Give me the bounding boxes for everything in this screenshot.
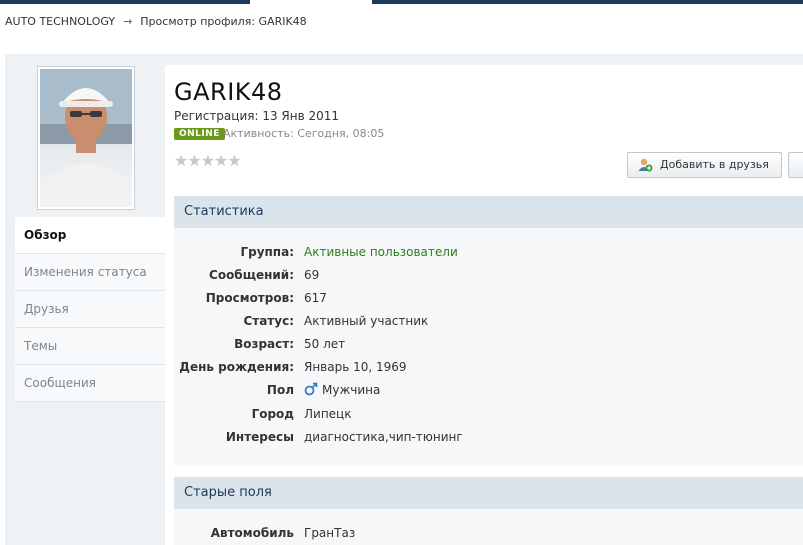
breadcrumb: AUTO TECHNOLOGY → Просмотр профиля: GARIK4… xyxy=(5,15,307,28)
stat-label: Просмотров: xyxy=(205,291,294,305)
stat-row-posts: Сообщений: 69 xyxy=(174,265,803,285)
tab-topics[interactable]: Темы xyxy=(15,328,165,365)
breadcrumb-arrow-icon: → xyxy=(123,15,133,28)
breadcrumb-current: Просмотр профиля: GARIK48 xyxy=(140,15,307,28)
stat-value: 50 лет xyxy=(304,337,346,351)
rating-stars[interactable]: ★★★★★ xyxy=(174,151,242,170)
stat-value: 69 xyxy=(304,268,320,282)
last-activity: Активность: Сегодня, 08:05 xyxy=(223,127,385,140)
stat-row-status: Статус: Активный участник xyxy=(174,311,803,331)
top-bar-gap xyxy=(250,0,372,4)
tab-friends[interactable]: Друзья xyxy=(15,291,165,328)
stat-label: Интересы xyxy=(225,430,294,444)
add-friend-label: Добавить в друзья xyxy=(660,158,769,171)
old-fields-section-header: Старые поля xyxy=(174,477,803,509)
avatar-photo xyxy=(40,69,132,207)
top-bar xyxy=(0,0,803,4)
stat-value: Активный участник xyxy=(304,314,429,328)
stat-value: Липецк xyxy=(304,407,352,421)
old-field-value: ГранТаз xyxy=(304,526,356,540)
profile-sidebar: Обзор Изменения статуса Друзья Темы Сооб… xyxy=(5,54,165,545)
old-fields-section: Автомобиль ГранТаз xyxy=(174,509,803,545)
gender-text: Мужчина xyxy=(322,383,381,397)
tab-overview[interactable]: Обзор xyxy=(15,217,165,254)
stat-label: Город xyxy=(251,407,294,421)
registration-date: Регистрация: 13 Янв 2011 xyxy=(174,109,340,123)
stat-label: Возраст: xyxy=(234,337,294,351)
male-icon xyxy=(304,382,318,396)
stat-value: Январь 10, 1969 xyxy=(304,360,407,374)
tab-posts[interactable]: Сообщения xyxy=(15,365,165,402)
online-badge: ONLINE xyxy=(174,128,225,140)
stat-label: Пол xyxy=(266,383,294,397)
avatar xyxy=(40,69,132,207)
send-message-button[interactable] xyxy=(788,152,803,178)
stat-value: 617 xyxy=(304,291,327,305)
stat-label: Группа: xyxy=(240,245,294,259)
old-field-row-car: Автомобиль ГранТаз xyxy=(174,523,803,543)
add-friend-button[interactable]: Добавить в друзья xyxy=(627,152,782,178)
tab-status-updates[interactable]: Изменения статуса xyxy=(15,254,165,291)
stat-row-views: Просмотров: 617 xyxy=(174,288,803,308)
stats-section-header: Статистика xyxy=(174,196,803,228)
stat-row-city: Город Липецк xyxy=(174,404,803,424)
stat-row-birthday: День рождения: Январь 10, 1969 xyxy=(174,357,803,377)
stat-label: Статус: xyxy=(243,314,294,328)
page-title: GARIK48 xyxy=(174,78,283,106)
old-field-label: Автомобиль xyxy=(210,526,294,540)
stat-row-group: Группа: Активные пользователи xyxy=(174,242,803,262)
profile-nav: Обзор Изменения статуса Друзья Темы Сооб… xyxy=(15,217,165,402)
breadcrumb-root-link[interactable]: AUTO TECHNOLOGY xyxy=(5,15,115,28)
stat-row-gender: Пол Мужчина xyxy=(174,380,803,400)
stat-value: диагностика,чип-тюнинг xyxy=(304,430,463,444)
stat-value-group-link[interactable]: Активные пользователи xyxy=(304,242,458,262)
main-top-strip xyxy=(165,54,803,65)
profile-main: GARIK48 Регистрация: 13 Янв 2011 ONLINE … xyxy=(165,54,803,545)
add-friend-icon xyxy=(638,158,653,172)
stat-value-gender: Мужчина xyxy=(304,380,380,400)
stat-label: День рождения: xyxy=(179,360,294,374)
stat-label: Сообщений: xyxy=(209,268,294,282)
stats-section: Группа: Активные пользователи Сообщений:… xyxy=(174,228,803,466)
stat-row-age: Возраст: 50 лет xyxy=(174,334,803,354)
stat-row-interests: Интересы диагностика,чип-тюнинг xyxy=(174,427,803,447)
avatar-frame xyxy=(37,66,135,210)
